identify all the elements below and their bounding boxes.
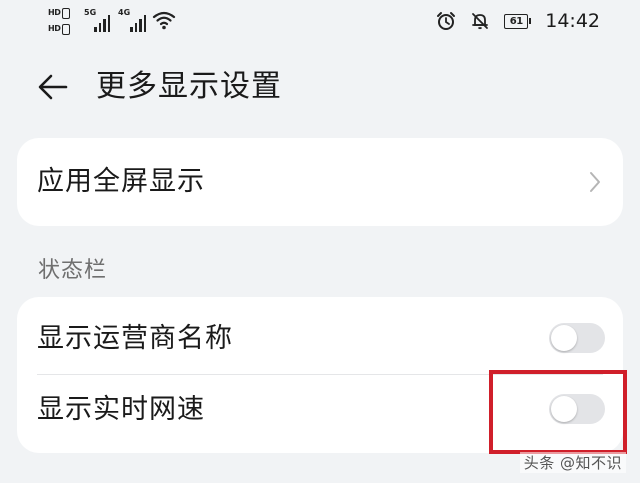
status-icons-right: 61 14:42 (436, 8, 600, 34)
network-speed-label: 显示实时网速 (37, 394, 205, 425)
mute-bell-icon (472, 13, 489, 30)
fullscreen-apps-card: 应用全屏显示 (17, 138, 623, 226)
network2-label: 4G (118, 8, 131, 17)
status-time: 14:42 (545, 10, 600, 32)
carrier-name-toggle[interactable] (549, 323, 605, 353)
carrier-name-label: 显示运营商名称 (37, 323, 233, 354)
wifi-icon (152, 11, 176, 30)
toggle-knob (551, 325, 577, 351)
page-header: 更多显示设置 (0, 60, 640, 116)
page-title: 更多显示设置 (96, 69, 282, 104)
fullscreen-apps-label: 应用全屏显示 (37, 166, 205, 197)
sim1-hd-label: HD (48, 8, 61, 17)
sim2-hd-indicator: HD (48, 22, 78, 36)
signal-bars-2-icon (130, 15, 146, 32)
status-bar: HD HD 5G 4G 61 14:42 (0, 0, 640, 44)
section-title-status-bar: 状态栏 (38, 258, 108, 283)
sim1-hd-indicator: HD (48, 6, 78, 20)
signal-1: 5G (84, 8, 112, 32)
sim2-icon (62, 23, 71, 35)
battery-level: 61 (504, 13, 529, 29)
sim2-hd-label: HD (48, 24, 61, 33)
watermark: 头条 @知不识 (519, 452, 626, 473)
highlight-annotation-box (489, 370, 627, 454)
carrier-name-row[interactable]: 显示运营商名称 (17, 303, 623, 373)
signal-2: 4G (118, 8, 148, 32)
signal-bars-1-icon (94, 15, 110, 32)
sim1-icon (62, 7, 71, 19)
fullscreen-apps-row[interactable]: 应用全屏显示 (17, 147, 623, 217)
back-arrow-icon[interactable] (36, 72, 70, 102)
alarm-clock-icon (437, 12, 456, 30)
battery-icon: 61 (504, 13, 532, 29)
sim-indicators: HD HD (48, 6, 78, 38)
chevron-right-icon (590, 172, 600, 192)
